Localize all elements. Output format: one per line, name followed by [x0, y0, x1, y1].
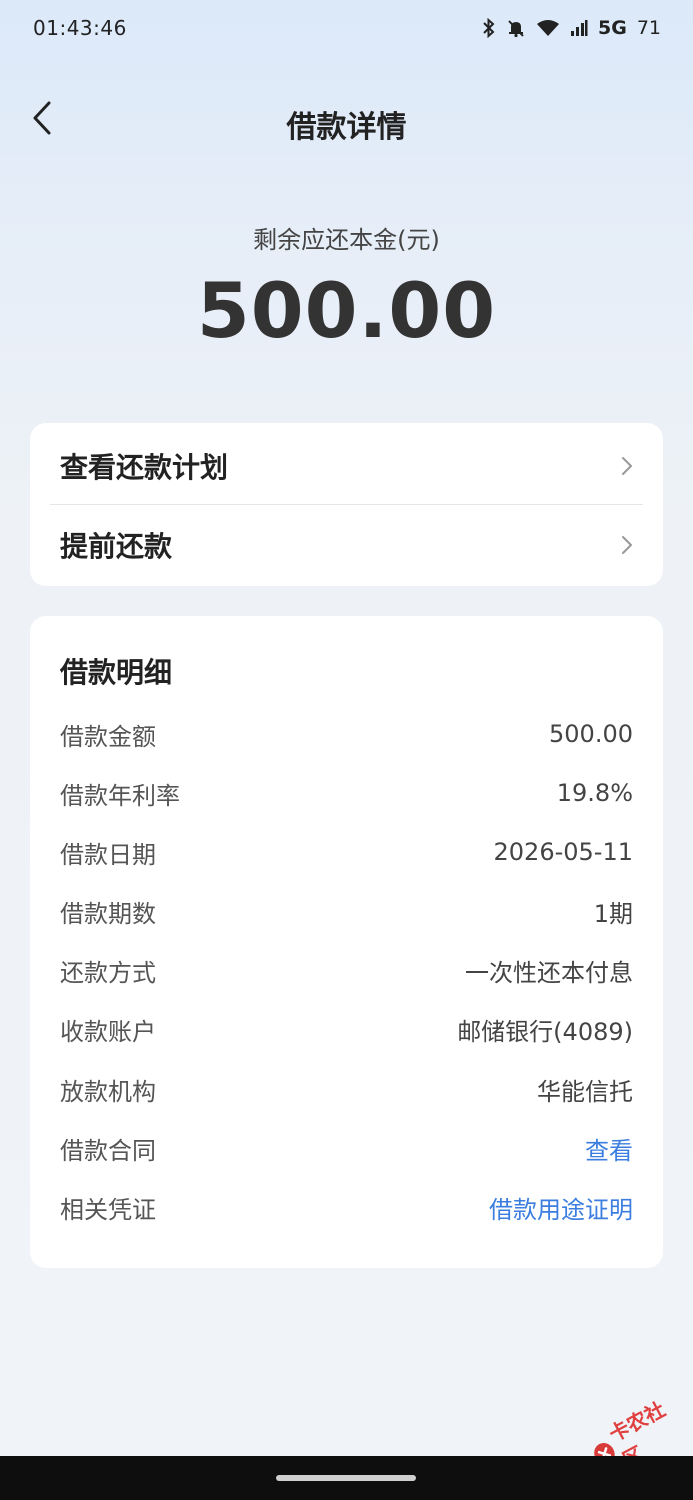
detail-value: 500.00 — [549, 720, 633, 748]
detail-key: 借款期数 — [60, 899, 156, 928]
battery-level: 71 — [636, 17, 661, 39]
bell-muted-icon — [506, 18, 526, 38]
detail-row-loan-contract: 借款合同 查看 — [60, 1128, 633, 1168]
view-contract-link[interactable]: 查看 — [585, 1131, 633, 1166]
chevron-right-icon — [617, 535, 637, 555]
detail-key: 收款账户 — [60, 1017, 156, 1046]
view-repayment-plan-row[interactable]: 查看还款计划 — [50, 426, 643, 506]
detail-row-loan-amount: 借款金额 500.00 — [60, 714, 633, 754]
early-repayment-row[interactable]: 提前还款 — [50, 505, 643, 585]
detail-row-loan-periods: 借款期数 1期 — [60, 891, 633, 931]
nav-bar: 借款详情 — [0, 90, 693, 150]
detail-key: 借款金额 — [60, 722, 156, 751]
detail-row-lender: 放款机构 华能信托 — [60, 1069, 633, 1109]
signal-icon — [570, 19, 588, 37]
detail-row-related-voucher: 相关凭证 借款用途证明 — [60, 1187, 633, 1227]
home-indicator[interactable] — [276, 1475, 416, 1481]
detail-row-receiving-account: 收款账户 邮储银行(4089) — [60, 1009, 633, 1049]
loan-purpose-proof-link[interactable]: 借款用途证明 — [489, 1190, 633, 1225]
page-title: 借款详情 — [286, 110, 407, 145]
status-icons: 5G 71 — [482, 14, 661, 42]
status-bar: 01:43:46 5G 71 — [0, 0, 693, 58]
wifi-icon — [536, 19, 560, 37]
detail-key: 放款机构 — [60, 1077, 156, 1106]
detail-key: 借款合同 — [60, 1136, 156, 1165]
detail-key: 相关凭证 — [60, 1195, 156, 1224]
detail-value: 2026-05-11 — [493, 838, 633, 866]
network-type: 5G — [597, 17, 627, 39]
detail-key: 借款年利率 — [60, 781, 180, 810]
system-navigation-bar — [0, 1456, 693, 1500]
detail-key: 还款方式 — [60, 958, 156, 987]
detail-value: 19.8% — [556, 779, 633, 807]
detail-row-loan-date: 借款日期 2026-05-11 — [60, 832, 633, 872]
remaining-principal-label: 剩余应还本金(元) — [253, 226, 440, 254]
status-time: 01:43:46 — [33, 16, 127, 40]
detail-value: 邮储银行(4089) — [457, 1017, 633, 1046]
bluetooth-icon — [482, 18, 496, 38]
loan-details-title: 借款明细 — [60, 656, 173, 689]
detail-row-repayment-method: 还款方式 一次性还本付息 — [60, 950, 633, 990]
detail-value: 华能信托 — [537, 1077, 633, 1106]
chevron-right-icon — [617, 456, 637, 476]
loan-details-card: 借款明细 借款金额 500.00 借款年利率 19.8% 借款日期 2026-0… — [30, 616, 663, 1268]
remaining-principal-amount: 500.00 — [196, 266, 497, 355]
detail-key: 借款日期 — [60, 840, 156, 869]
divider — [50, 504, 643, 505]
detail-value: 1期 — [593, 899, 633, 928]
detail-row-annual-rate: 借款年利率 19.8% — [60, 773, 633, 813]
detail-value: 一次性还本付息 — [465, 958, 633, 987]
early-repayment-label: 提前还款 — [60, 530, 173, 563]
view-repayment-plan-label: 查看还款计划 — [60, 451, 229, 484]
